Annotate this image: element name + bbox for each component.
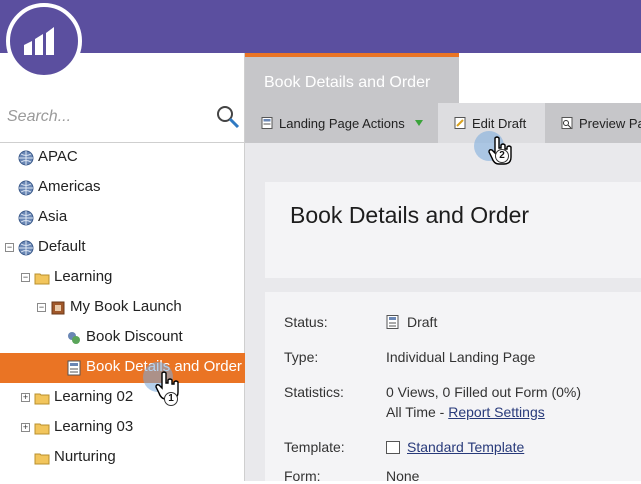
preview-page-label: Preview Pa — [579, 116, 641, 131]
statistics-range: All Time - Report Settings — [386, 404, 545, 420]
tree-item-default[interactable]: − Default — [0, 233, 245, 263]
page-title-panel: Book Details and Order — [265, 182, 641, 278]
landing-page-icon — [67, 360, 81, 376]
expand-toggle[interactable]: + — [21, 393, 30, 402]
tab-label: Book Details and Order — [264, 74, 431, 91]
statistics-label: Statistics: — [284, 384, 344, 400]
tree-item-label: Book Discount — [86, 328, 183, 345]
tree-item-label: Learning 03 — [54, 418, 134, 435]
search-box[interactable]: Search... — [0, 99, 245, 143]
preview-icon — [561, 117, 573, 129]
standard-template-link[interactable]: Standard Template — [407, 439, 524, 455]
globe-icon — [18, 150, 34, 166]
template-label: Template: — [284, 439, 345, 455]
folder-icon — [34, 273, 50, 285]
tree-item-book-details-and-order[interactable]: Book Details and Order — [0, 353, 245, 383]
tree-item-apac[interactable]: APAC — [0, 143, 245, 173]
folder-icon — [34, 423, 50, 435]
step-badge-1: 1 — [164, 392, 178, 406]
globe-icon — [18, 210, 34, 226]
globe-icon — [18, 180, 34, 196]
tree-item-learning[interactable]: − Learning — [0, 263, 245, 293]
collapse-toggle[interactable]: − — [5, 243, 14, 252]
form-label: Form: — [284, 468, 321, 484]
toolbar: Landing Page Actions Edit Draft Preview … — [245, 103, 641, 143]
tab-bar: Book Details and Order — [245, 53, 641, 103]
landing-page-icon — [261, 117, 273, 129]
program-icon — [51, 301, 65, 315]
page-title: Book Details and Order — [290, 202, 530, 228]
tree-item-learning-02[interactable]: + Learning 02 — [0, 383, 245, 413]
tree-item-label: Nurturing — [54, 448, 116, 465]
main-panel: Book Details and Order Landing Page Acti… — [245, 53, 641, 484]
folder-icon — [34, 453, 50, 465]
report-settings-link[interactable]: Report Settings — [448, 404, 545, 420]
search-icon[interactable] — [216, 105, 240, 129]
step-badge-2: 2 — [495, 149, 509, 163]
preview-page-button[interactable]: Preview Pa — [545, 103, 641, 143]
edit-draft-label: Edit Draft — [472, 116, 527, 131]
tree-item-label: Learning 02 — [54, 388, 134, 405]
globe-icon — [18, 240, 34, 256]
type-value: Individual Landing Page — [386, 349, 536, 365]
tree-item-learning-03[interactable]: + Learning 03 — [0, 413, 245, 443]
statistics-value: 0 Views, 0 Filled out Form (0%) — [386, 384, 582, 400]
collapse-toggle[interactable]: − — [21, 273, 30, 282]
template-icon — [386, 441, 400, 454]
draft-status-icon — [386, 315, 399, 329]
status-value: Draft — [407, 314, 438, 330]
dropdown-arrow-icon — [415, 120, 423, 126]
tree-item-label: Default — [38, 238, 86, 255]
form-value: None — [386, 468, 420, 484]
tree-item-label: Americas — [38, 178, 101, 195]
statistics-range-text: All Time - — [386, 404, 445, 420]
tree-sidebar: Search... APAC Americas Asia − Default −… — [0, 53, 245, 481]
tree-item-book-discount[interactable]: Book Discount — [0, 323, 245, 353]
tab-book-details-and-order[interactable]: Book Details and Order — [245, 53, 459, 103]
details-panel: Status: Draft Type: Individual Landing P… — [265, 292, 641, 484]
type-label: Type: — [284, 349, 319, 365]
tree-item-nurturing[interactable]: Nurturing — [0, 443, 245, 473]
logo-bars-icon — [24, 27, 54, 55]
tree-item-my-book-launch[interactable]: − My Book Launch — [0, 293, 245, 323]
top-header-bar — [0, 0, 641, 53]
tree-item-label: APAC — [38, 148, 78, 165]
folder-icon — [34, 393, 50, 405]
email-campaign-icon — [68, 332, 80, 344]
expand-toggle[interactable]: + — [21, 423, 30, 432]
tree-item-asia[interactable]: Asia — [0, 203, 245, 233]
marketo-logo[interactable] — [6, 3, 82, 79]
edit-page-icon — [454, 117, 466, 129]
landing-page-actions-label: Landing Page Actions — [279, 116, 405, 131]
status-label: Status: — [284, 314, 328, 330]
tree-item-americas[interactable]: Americas — [0, 173, 245, 203]
search-input[interactable]: Search... — [7, 108, 71, 126]
tree-item-label: Asia — [38, 208, 68, 225]
collapse-toggle[interactable]: − — [37, 303, 46, 312]
tree-item-label: My Book Launch — [70, 298, 182, 315]
landing-page-actions-button[interactable]: Landing Page Actions — [245, 103, 438, 143]
tree-item-label: Learning — [54, 268, 113, 285]
